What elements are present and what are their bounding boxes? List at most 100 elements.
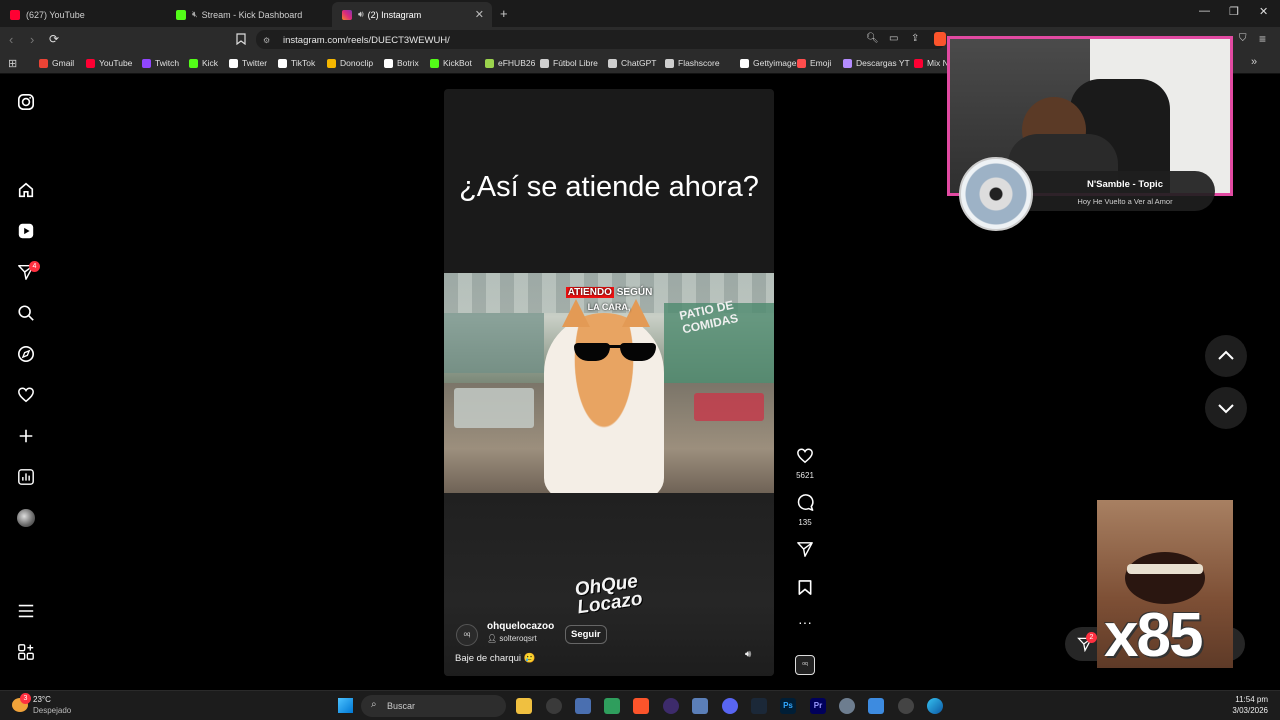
app-icon-1[interactable]: [546, 698, 562, 714]
bookmark-favicon-icon: [797, 58, 806, 68]
stall-left: [444, 313, 544, 373]
save-action[interactable]: [795, 579, 815, 601]
share-icon[interactable]: [796, 541, 814, 558]
steam-icon[interactable]: [751, 698, 767, 714]
more-options-icon[interactable]: ···: [795, 615, 815, 629]
new-tab-button[interactable]: +: [500, 6, 508, 21]
app-icon-3[interactable]: [604, 698, 620, 714]
save-bookmark-icon[interactable]: [797, 579, 813, 596]
heart-icon[interactable]: [17, 386, 35, 404]
comment-action[interactable]: 135: [795, 494, 815, 527]
bookmark-icon[interactable]: [236, 33, 246, 48]
notification-badge: 4: [29, 261, 40, 272]
tab-instagram[interactable]: 🔊︎ (2) Instagram ✕: [332, 2, 492, 27]
bookmark-item[interactable]: YouTube: [86, 58, 132, 68]
next-reel-button[interactable]: [1205, 387, 1247, 429]
reload-icon[interactable]: ⟳: [49, 32, 59, 46]
cast-icon[interactable]: ▭: [889, 33, 898, 44]
close-window-icon[interactable]: ✕: [1259, 5, 1268, 18]
close-tab-icon[interactable]: ✕: [475, 8, 484, 21]
bookmark-label: Botrix: [397, 58, 419, 68]
music-title: N'Samble - Topic: [1087, 179, 1163, 190]
audio-info[interactable]: 👤︎ solteroqsrt: [487, 634, 537, 643]
clock-date[interactable]: 3/03/2026: [1218, 706, 1268, 715]
create-icon[interactable]: [17, 427, 35, 445]
more-bookmarks-icon[interactable]: »: [1251, 56, 1257, 68]
music-subtitle: Hoy He Vuelto a Ver al Amor: [1077, 197, 1173, 206]
share-icon[interactable]: ⇪: [911, 33, 919, 44]
like-heart-icon[interactable]: [796, 447, 814, 464]
bookmark-item[interactable]: Descargas YT: [843, 58, 910, 68]
meme-teeth: [1127, 564, 1203, 574]
search-icon[interactable]: [17, 304, 35, 322]
bookmark-item[interactable]: Kick: [189, 58, 218, 68]
more-menu-icon[interactable]: [17, 602, 35, 620]
follow-button[interactable]: Seguir: [565, 625, 607, 644]
reel-video-frame[interactable]: PATIO DE COMIDAS ATIENDO SEGÚN LA CARA,: [444, 273, 774, 493]
bookmark-item[interactable]: Emoji: [797, 58, 831, 68]
comment-icon[interactable]: [796, 494, 814, 511]
bookmark-item[interactable]: Flashscore: [665, 58, 720, 68]
zoom-icon[interactable]: 🔍︎: [866, 33, 879, 44]
like-action[interactable]: 5621: [795, 447, 815, 480]
app-icon-4[interactable]: [663, 698, 679, 714]
bookmark-item[interactable]: Twitch: [142, 58, 179, 68]
bookmark-item[interactable]: Twitter: [229, 58, 267, 68]
bookmark-item[interactable]: Gmail: [39, 58, 74, 68]
media-player-icon[interactable]: [898, 698, 914, 714]
search-icon: ⌕: [371, 699, 377, 710]
bookmark-item[interactable]: eFHUB26: [485, 58, 535, 68]
home-icon[interactable]: [17, 181, 35, 199]
share-action[interactable]: [795, 541, 815, 563]
notepad-icon[interactable]: [868, 698, 884, 714]
windows-start-icon[interactable]: [338, 698, 353, 713]
forward-icon[interactable]: ›: [30, 32, 34, 47]
bookmark-item[interactable]: Fútbol Libre: [540, 58, 598, 68]
taskbar-search-box[interactable]: ⌕ Buscar: [361, 695, 506, 717]
brave-browser-icon[interactable]: [633, 698, 649, 714]
tab-kick-dashboard[interactable]: 🔇︎ Stream - Kick Dashboard: [166, 2, 332, 27]
premiere-icon[interactable]: Pr: [810, 698, 826, 714]
maximize-icon[interactable]: ❐: [1229, 5, 1239, 18]
instagram-logo-icon[interactable]: [17, 93, 35, 111]
bookmark-item[interactable]: TikTok: [278, 58, 315, 68]
apps-grid-icon[interactable]: ⊞: [8, 57, 17, 70]
clock-time[interactable]: 11:54 pm: [1218, 695, 1268, 704]
volume-icon[interactable]: 🔊︎: [745, 649, 751, 660]
explore-icon[interactable]: [17, 345, 35, 363]
audio-thumbnail[interactable]: oq: [795, 655, 815, 675]
wallet-icon[interactable]: ⛉: [1239, 33, 1247, 44]
calculator-icon[interactable]: [692, 698, 708, 714]
bookmark-item[interactable]: Mix N: [914, 58, 949, 68]
video-caption-rest: SEGÚN: [616, 287, 653, 298]
bookmark-item[interactable]: KickBot: [430, 58, 472, 68]
file-explorer-icon[interactable]: [516, 698, 532, 714]
bookmark-item[interactable]: Botrix: [384, 58, 419, 68]
reels-icon[interactable]: [17, 222, 35, 240]
bookmark-favicon-icon: [430, 58, 439, 68]
photoshop-icon[interactable]: Ps: [780, 698, 796, 714]
site-settings-icon[interactable]: ⚙︎: [263, 36, 270, 45]
discord-icon[interactable]: [722, 698, 738, 714]
previous-reel-button[interactable]: [1205, 335, 1247, 377]
dashboard-icon[interactable]: [17, 468, 35, 486]
bookmark-item[interactable]: Gettyimages: [740, 58, 801, 68]
bookmark-item[interactable]: ChatGPT: [608, 58, 656, 68]
bookmark-favicon-icon: [665, 58, 674, 68]
creator-username[interactable]: ohquelocazoo: [487, 621, 554, 632]
bookmark-favicon-icon: [86, 58, 95, 68]
settings-icon[interactable]: [839, 698, 855, 714]
app-icon-2[interactable]: [575, 698, 591, 714]
tab-youtube[interactable]: (627) YouTube: [0, 2, 166, 27]
also-from-meta-icon[interactable]: [17, 643, 35, 661]
bookmark-item[interactable]: Donoclip: [327, 58, 373, 68]
edge-icon[interactable]: [927, 698, 943, 714]
profile-avatar[interactable]: [17, 509, 35, 527]
back-icon[interactable]: ‹: [9, 32, 13, 47]
bookmark-label: eFHUB26: [498, 58, 536, 68]
brave-shield-icon[interactable]: [934, 32, 946, 46]
menu-icon[interactable]: ≡: [1259, 32, 1266, 46]
creator-avatar[interactable]: oq: [456, 624, 478, 646]
minimize-icon[interactable]: —: [1199, 5, 1210, 17]
reel-player[interactable]: ¿Así se atiende ahora? PATIO DE COMIDAS …: [444, 89, 774, 676]
